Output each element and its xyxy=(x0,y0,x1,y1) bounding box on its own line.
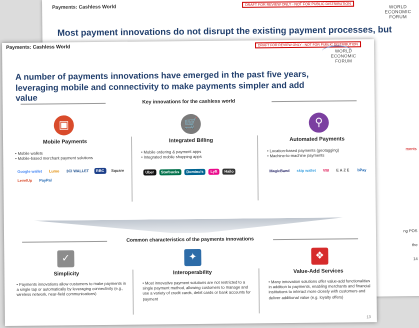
logo: 3CI WALLET xyxy=(66,169,89,174)
location-pin-icon: ⚲ xyxy=(308,112,329,133)
back-draft-banner: DRAFT FOR REVIEW ONLY - NOT FOR PUBLIC D… xyxy=(242,0,354,8)
innovation-bullets: Location-based payments (geotagging) Mac… xyxy=(267,147,372,159)
logo: MagicBand xyxy=(269,168,290,174)
slide-header: Payments: Cashless World xyxy=(6,44,71,51)
logo: Lumo xyxy=(49,169,60,174)
logo: LevelUp xyxy=(17,178,33,183)
back-side-text: ments xyxy=(405,146,417,152)
logo: Uber xyxy=(143,169,157,176)
page-number: 13 xyxy=(366,314,371,320)
characteristics-label: Common characteristics of the payments i… xyxy=(12,235,368,245)
logo-row: Google wallet Lumo 3CI WALLET RBC Square… xyxy=(15,167,130,184)
back-side-text: 14 xyxy=(413,256,418,262)
innovation-bullets: Mobile ordering & payment apps Integrate… xyxy=(141,148,251,160)
logo: RBC xyxy=(93,167,107,175)
divider xyxy=(130,136,133,202)
characteristic-text: Most innovative payment solutions are no… xyxy=(142,279,254,301)
divider xyxy=(258,268,260,314)
logo: Lyft xyxy=(208,168,220,175)
logo: Hailo xyxy=(222,168,236,175)
funnel-arrow xyxy=(34,217,344,234)
back-side-text: the xyxy=(411,242,418,248)
back-slide-header: Payments: Cashless World xyxy=(52,4,117,11)
divider xyxy=(132,269,134,315)
characteristic-title: Simplicity xyxy=(53,271,80,278)
cart-icon: 🛒 xyxy=(180,113,201,135)
divider xyxy=(256,135,259,201)
wef-logo: WORLD ECONOMIC FORUM xyxy=(330,48,357,64)
logo-row: Uber Starbucks Domino's Lyft Hailo xyxy=(143,168,236,176)
innovation-bullets: Mobile wallets Mobile-based merchant pay… xyxy=(15,150,125,162)
characteristic-text: Many innovation solutions offer value-ad… xyxy=(268,278,373,300)
logo: bPay xyxy=(357,168,367,173)
characteristic-text: Payments innovations allow customers to … xyxy=(17,281,127,298)
innovation-title: Automated Payments xyxy=(289,136,345,143)
characteristic-title: Interoperability xyxy=(172,269,212,277)
main-slide: Payments: Cashless World DRAFT FOR REVIE… xyxy=(2,39,377,326)
wallet-icon: ▣ xyxy=(53,115,74,136)
logo: skip wallet xyxy=(296,168,316,173)
back-wef-logo: WORLD ECONOMIC FORUM xyxy=(384,4,412,20)
logo: Domino's xyxy=(184,168,206,176)
logo: EAZE xyxy=(336,168,351,173)
innovation-title: Integrated Billing xyxy=(168,137,214,145)
characteristic-title: Value-Add Services xyxy=(293,268,344,275)
logo: Google wallet xyxy=(17,169,43,174)
logo-row: MagicBand skip wallet VIB EAZE bPay xyxy=(267,167,372,174)
logo: Square xyxy=(111,168,125,173)
innovation-title: Mobile Payments xyxy=(42,139,88,146)
gift-icon: ❖ xyxy=(311,247,329,265)
network-icon: ✦ xyxy=(184,248,202,267)
logo: PayPal xyxy=(39,178,52,183)
checkmark-icon: ✓ xyxy=(57,250,75,268)
logo: Starbucks xyxy=(158,169,182,176)
back-side-text: ng POS xyxy=(403,228,418,234)
logo: VIB xyxy=(322,168,330,173)
back-slide-title: Most payment innovations do not disrupt … xyxy=(57,24,392,38)
